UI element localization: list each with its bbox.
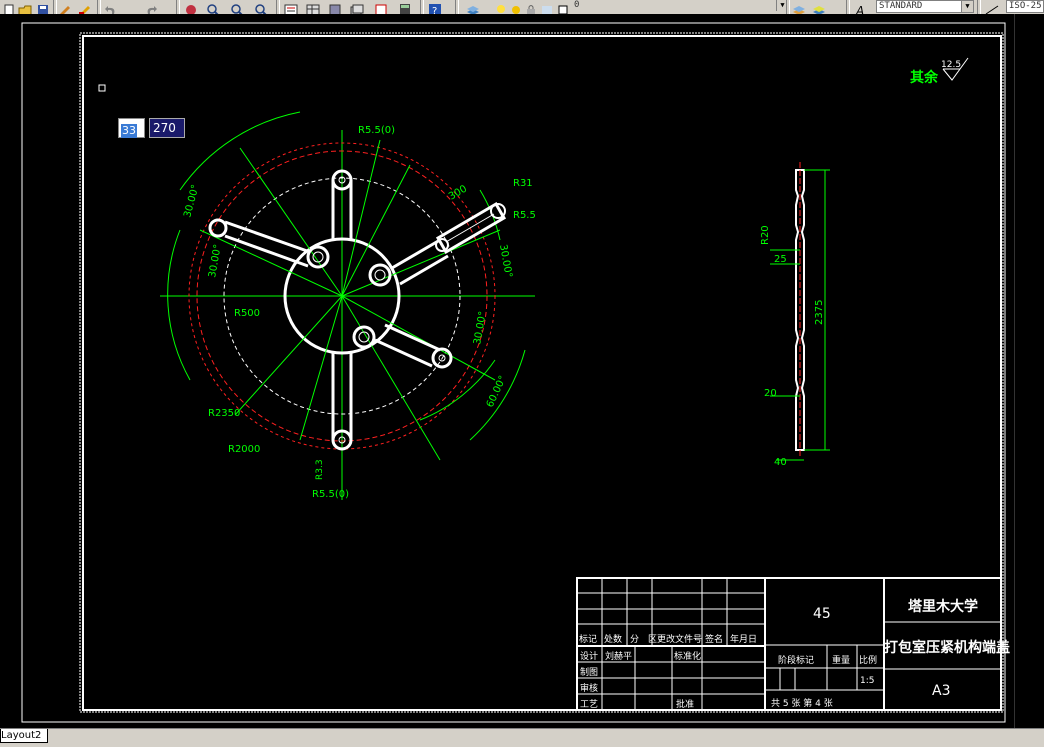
dim-text: 40 xyxy=(774,457,787,468)
header-mark: 标记 xyxy=(579,633,597,645)
design-center-icon[interactable] xyxy=(306,1,320,14)
plot-icon xyxy=(540,1,554,14)
dim-text: R5.5(0) xyxy=(358,125,395,136)
layer-dropdown[interactable]: 0 ▼ xyxy=(570,0,788,13)
dim-text: 300 xyxy=(447,184,469,203)
dim-text: R20 xyxy=(760,225,771,245)
dim-text: R31 xyxy=(513,178,533,189)
dim-text: 30.00° xyxy=(472,310,489,345)
stage-label: 阶段标记 xyxy=(778,654,814,666)
layer-previous-icon[interactable] xyxy=(792,1,806,14)
ucs-marker xyxy=(98,84,106,92)
text-style-dropdown[interactable]: STANDARD ▼ xyxy=(876,0,974,13)
dynamic-input-field-2[interactable]: 270 xyxy=(149,118,185,138)
review-label: 审核 xyxy=(580,682,598,694)
properties-icon[interactable] xyxy=(284,1,298,14)
layout-tab-bar: Layout2 xyxy=(0,728,1044,747)
standardize-text: 标准化 xyxy=(674,650,701,662)
title-block-text: 45 塔里木大学 打包室压紧机构端盖 A3 标记 处数 分 区 更改文件号 签名… xyxy=(579,598,1010,710)
markup-icon[interactable] xyxy=(374,1,388,14)
draw-label: 制图 xyxy=(580,666,598,678)
header-change-doc: 更改文件号 xyxy=(657,633,702,645)
sheet-size-text: A3 xyxy=(932,683,950,699)
match-properties-icon[interactable] xyxy=(78,1,92,14)
process-label: 工艺 xyxy=(580,699,598,710)
scale-value: 1:5 xyxy=(860,676,874,686)
text-style-value: STANDARD xyxy=(879,1,923,11)
calculator-icon[interactable] xyxy=(398,1,412,14)
toolbar: ? 0 ▼ A STANDARD ▼ ISO-25 xyxy=(0,0,1044,15)
zoom-window-icon[interactable] xyxy=(230,1,244,14)
dynamic-input-field-1[interactable]: 33 xyxy=(118,118,145,138)
dim-text: 25 xyxy=(774,254,787,265)
drawing-canvas[interactable]: 其余 12.5 R5.5(0) 30.00° 30.00° R500 R2350… xyxy=(0,14,1014,728)
sheet-set-icon[interactable] xyxy=(350,1,364,14)
zoom-realtime-icon[interactable] xyxy=(206,1,220,14)
dim-text: R2350 xyxy=(208,408,240,419)
redo-icon[interactable] xyxy=(144,1,158,14)
dim-text: 20 xyxy=(764,388,777,399)
vertical-scrollbar[interactable] xyxy=(1014,14,1044,728)
dim-text: 60.00° xyxy=(485,374,509,409)
zoom-previous-icon[interactable] xyxy=(254,1,268,14)
chevron-down-icon[interactable]: ▼ xyxy=(961,1,973,12)
scale-label: 比例 xyxy=(859,654,877,666)
dim-text: 30.00° xyxy=(182,183,201,218)
help-icon[interactable]: ? xyxy=(428,1,442,14)
school-text: 塔里木大学 xyxy=(908,598,978,615)
layer-manager-icon[interactable] xyxy=(466,1,480,14)
dim-text: R5.5(0) xyxy=(312,489,349,500)
header-count: 处数 xyxy=(604,633,622,645)
layer-states-icon[interactable] xyxy=(812,1,826,14)
header-zone: 区 xyxy=(648,634,657,645)
drawing-border xyxy=(82,35,1002,711)
sheets-text: 共 5 张 第 4 张 xyxy=(771,697,833,709)
weight-label: 重量 xyxy=(832,654,850,666)
dim-text: R3.3 xyxy=(315,459,325,480)
dynamic-input-value-1: 33 xyxy=(121,124,137,138)
pencil-icon[interactable] xyxy=(58,1,72,14)
color-swatch-icon xyxy=(556,1,570,14)
dim-text: R500 xyxy=(234,308,260,319)
approve-text: 批准 xyxy=(676,698,694,710)
dim-style-icon[interactable] xyxy=(985,1,999,14)
roughness-text: 其余 xyxy=(910,69,939,86)
dim-style-dropdown[interactable]: ISO-25 xyxy=(1006,0,1044,13)
dim-text: 30.00° xyxy=(497,244,514,279)
sun-icon xyxy=(509,1,523,14)
roughness-symbol: 其余 12.5 xyxy=(910,57,969,86)
front-view: R5.5(0) 30.00° 30.00° R500 R2350 R2000 R… xyxy=(160,111,536,500)
designer-text: 刘赫平 xyxy=(605,650,632,662)
tool-palettes-icon[interactable] xyxy=(328,1,342,14)
dim-text: 30.00° xyxy=(207,243,224,278)
header-sign: 签名 xyxy=(705,633,723,645)
lock-icon xyxy=(524,1,538,14)
dim-text: 2375 xyxy=(814,300,825,325)
lightbulb-icon xyxy=(494,1,508,13)
tab-layout2[interactable]: Layout2 xyxy=(0,729,49,743)
text-style-icon[interactable]: A xyxy=(855,1,869,14)
paper-boundary xyxy=(79,32,1004,713)
layer-value: 0 xyxy=(574,0,580,10)
material-text: 45 xyxy=(813,606,831,622)
header-part: 分 xyxy=(630,634,639,645)
part-name-text: 打包室压紧机构端盖 xyxy=(884,639,1010,656)
undo-icon[interactable] xyxy=(104,1,118,14)
dim-text: R2000 xyxy=(228,444,260,455)
open-icon[interactable] xyxy=(18,1,32,14)
roughness-value: 12.5 xyxy=(941,60,961,70)
dim-text: R5.5 xyxy=(513,210,536,221)
design-label: 设计 xyxy=(580,650,598,662)
side-view: R20 25 2375 20 40 xyxy=(760,162,830,468)
pan-icon[interactable] xyxy=(184,1,198,14)
save-icon[interactable] xyxy=(36,1,50,14)
dim-style-value: ISO-25 xyxy=(1009,1,1042,11)
header-date: 年月日 xyxy=(730,633,757,645)
new-icon[interactable] xyxy=(2,1,16,14)
